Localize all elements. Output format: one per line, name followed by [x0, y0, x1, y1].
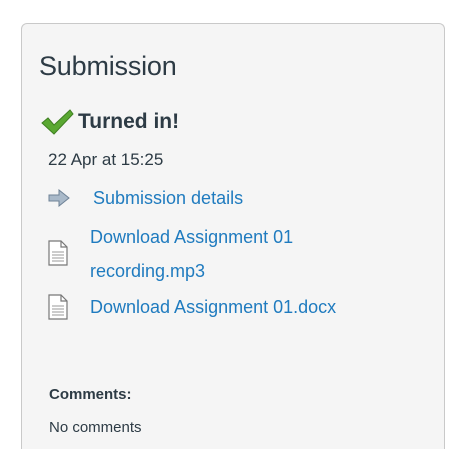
download-docx-row[interactable]: Download Assignment 01.docx: [48, 290, 336, 324]
download-audio-link[interactable]: Download Assignment 01 recording.mp3: [90, 220, 293, 288]
submission-panel: Submission Turned in! 22 Apr at 15:25 Su…: [21, 23, 445, 449]
download-audio-row[interactable]: Download Assignment 01 recording.mp3: [48, 220, 293, 288]
download-docx-link[interactable]: Download Assignment 01.docx: [90, 290, 336, 324]
submission-details-link[interactable]: Submission details: [93, 181, 243, 215]
status-text: Turned in!: [78, 110, 180, 133]
comments-value: No comments: [49, 419, 142, 436]
download-audio-link-line2[interactable]: recording.mp3: [90, 254, 293, 288]
status-row: Turned in!: [40, 108, 179, 136]
submitted-date: 22 Apr at 15:25: [48, 150, 164, 169]
comments-label: Comments:: [49, 386, 132, 403]
panel-title: Submission: [39, 51, 177, 81]
submission-details-row[interactable]: Submission details: [48, 181, 243, 215]
document-icon: [48, 294, 68, 320]
document-icon: [48, 240, 68, 266]
download-audio-link-line1[interactable]: Download Assignment 01: [90, 220, 293, 254]
arrow-right-icon: [48, 189, 70, 207]
check-icon: [41, 109, 74, 135]
